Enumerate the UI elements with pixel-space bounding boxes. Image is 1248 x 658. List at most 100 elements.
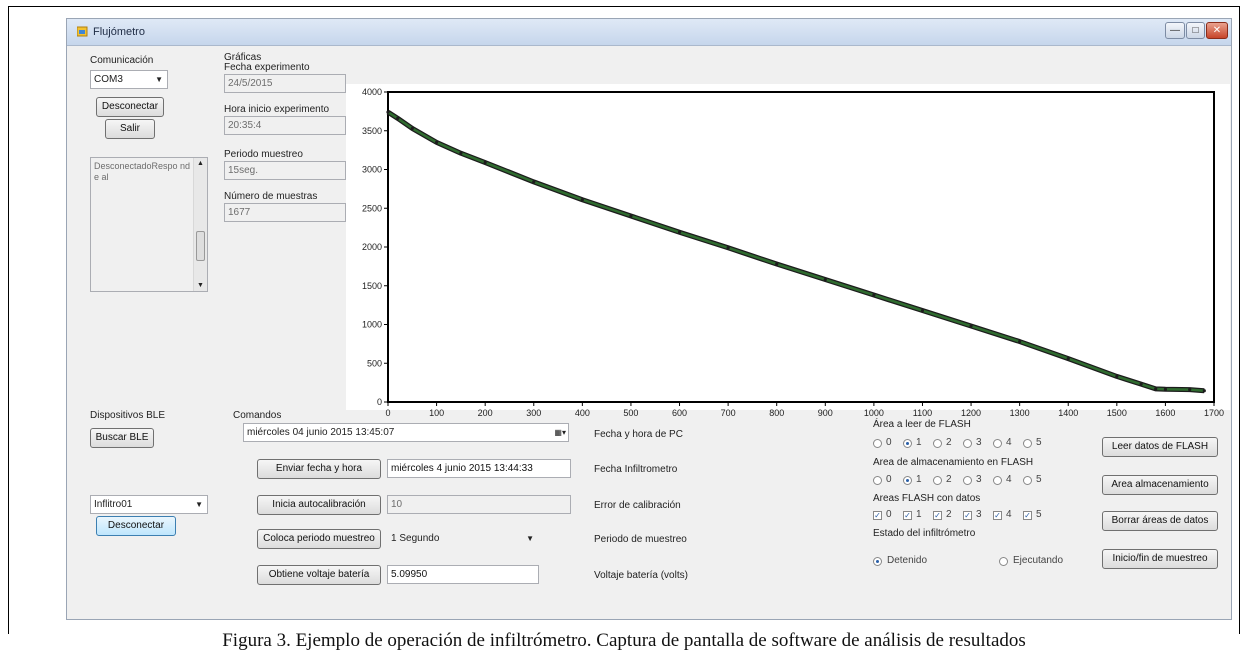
flash-read-4-radio[interactable] xyxy=(993,439,1002,448)
flash-storage-label: Area de almacenamiento en FLASH xyxy=(873,457,1034,468)
data-point xyxy=(823,277,827,282)
data-point xyxy=(1018,339,1022,344)
flash-storage-1-radio[interactable] xyxy=(903,476,912,485)
period-select[interactable]: 1 Segundo ▼ xyxy=(387,529,539,548)
data-point xyxy=(396,116,400,120)
x-tick-label: 1300 xyxy=(1010,408,1030,418)
estado-label: Estado del infiltrómetro xyxy=(873,528,976,539)
data-point xyxy=(580,198,584,202)
flash-storage-0-radio[interactable] xyxy=(873,476,882,485)
flash-data-3-chk[interactable]: ✓ xyxy=(963,511,972,520)
data-point xyxy=(920,308,925,313)
send-datetime-button[interactable]: Enviar fecha y hora xyxy=(257,459,381,479)
infil-datetime-field[interactable]: miércoles 4 junio 2015 13:44:33 xyxy=(387,459,571,478)
flash-read-2-radio[interactable] xyxy=(933,439,942,448)
flash-read-0-label: 0 xyxy=(886,437,892,448)
flash-read-0-radio[interactable] xyxy=(873,439,882,448)
start-stop-button[interactable]: Inicio/fin de muestreo xyxy=(1102,549,1218,569)
flash-storage-5-radio[interactable] xyxy=(1023,476,1032,485)
set-period-button[interactable]: Coloca periodo muestreo xyxy=(257,529,381,549)
x-tick-label: 300 xyxy=(526,408,541,418)
pc-datetime-label: Fecha y hora de PC xyxy=(594,429,683,440)
flash-read-5-radio[interactable] xyxy=(1023,439,1032,448)
calib-error-field[interactable]: 10 xyxy=(387,495,571,514)
flash-data-4-chk[interactable]: ✓ xyxy=(993,511,1002,520)
flash-storage-2-radio[interactable] xyxy=(933,476,942,485)
x-tick-label: 100 xyxy=(429,408,444,418)
chart-background xyxy=(346,84,1230,410)
x-tick-label: 600 xyxy=(672,408,687,418)
data-point xyxy=(459,151,463,155)
chevron-down-icon: ▼ xyxy=(195,500,203,509)
x-tick-label: 0 xyxy=(385,408,390,418)
figure-caption: Figura 3. Ejemplo de operación de infilt… xyxy=(222,630,1026,651)
data-point xyxy=(483,160,487,165)
period-label: Periodo de muestreo xyxy=(594,534,687,545)
chevron-down-icon: ▼ xyxy=(526,534,534,543)
y-tick-label: 1000 xyxy=(362,320,382,330)
x-tick-label: 1100 xyxy=(913,408,932,418)
read-flash-button[interactable]: Leer datos de FLASH xyxy=(1102,437,1218,457)
y-tick-label: 4000 xyxy=(362,87,382,97)
device-select[interactable]: Inflitro01 ▼ xyxy=(90,495,208,514)
ble-disconnect-button[interactable]: Desconectar xyxy=(96,516,176,536)
flash-data-3-label: 3 xyxy=(976,509,982,520)
data-point xyxy=(1115,374,1119,379)
x-tick-label: 400 xyxy=(575,408,590,418)
data-point xyxy=(1139,382,1143,386)
flash-data-label: Areas FLASH con datos xyxy=(873,493,981,504)
battery-button[interactable]: Obtiene voltaje batería xyxy=(257,565,381,585)
data-point xyxy=(969,324,973,328)
x-tick-label: 700 xyxy=(721,408,736,418)
x-tick-label: 1000 xyxy=(864,408,884,418)
data-point xyxy=(1202,389,1206,393)
estado-ejecutando-radio[interactable] xyxy=(999,557,1008,566)
data-point xyxy=(1188,388,1192,392)
flash-read-1-radio[interactable] xyxy=(903,439,912,448)
buscar-ble-button[interactable]: Buscar BLE xyxy=(90,428,154,448)
flash-data-1-chk[interactable]: ✓ xyxy=(903,511,912,520)
flash-storage-3-label: 3 xyxy=(976,474,982,485)
infil-datetime-label: Fecha Infiltrometro xyxy=(594,464,678,475)
data-point xyxy=(726,246,730,250)
erase-areas-button[interactable]: Borrar áreas de datos xyxy=(1102,511,1218,531)
y-tick-label: 1500 xyxy=(362,281,382,291)
x-tick-label: 1400 xyxy=(1058,408,1078,418)
data-point xyxy=(872,293,876,297)
data-point xyxy=(629,214,633,218)
y-tick-label: 0 xyxy=(377,397,382,407)
flash-storage-5-label: 5 xyxy=(1036,474,1042,485)
x-tick-label: 500 xyxy=(623,408,638,418)
estado-ejecutando-label: Ejecutando xyxy=(1013,555,1064,566)
data-point xyxy=(532,180,536,184)
flash-read-3-radio[interactable] xyxy=(963,439,972,448)
flash-storage-2-label: 2 xyxy=(946,474,952,485)
flash-data-0-label: 0 xyxy=(886,509,892,520)
period-value: 1 Segundo xyxy=(391,533,440,544)
device-value: Inflitro01 xyxy=(94,499,133,510)
flash-read-2-label: 2 xyxy=(946,437,952,448)
flash-read-5-label: 5 xyxy=(1036,437,1042,448)
data-point xyxy=(1066,357,1070,361)
flash-read-1-label: 1 xyxy=(916,437,922,448)
flash-read-4-label: 4 xyxy=(1006,437,1012,448)
y-tick-label: 2000 xyxy=(362,242,382,252)
storage-area-button[interactable]: Area almacenamiento xyxy=(1102,475,1218,495)
flash-storage-4-label: 4 xyxy=(1006,474,1012,485)
flash-data-5-chk[interactable]: ✓ xyxy=(1023,511,1032,520)
autocalib-button[interactable]: Inicia autocalibración xyxy=(257,495,381,515)
flash-read-3-label: 3 xyxy=(976,437,982,448)
data-point xyxy=(434,140,439,144)
battery-field[interactable]: 5.09950 xyxy=(387,565,539,584)
battery-label: Voltaje batería (volts) xyxy=(594,570,688,581)
y-tick-label: 3500 xyxy=(362,126,382,136)
flash-storage-3-radio[interactable] xyxy=(963,476,972,485)
data-point xyxy=(1163,387,1168,391)
flash-data-2-chk[interactable]: ✓ xyxy=(933,511,942,520)
x-tick-label: 1700 xyxy=(1204,408,1224,418)
y-tick-label: 500 xyxy=(367,358,382,368)
flash-storage-4-radio[interactable] xyxy=(993,476,1002,485)
flash-data-0-chk[interactable]: ✓ xyxy=(873,511,882,520)
y-tick-label: 2500 xyxy=(362,203,382,213)
estado-detenido-radio[interactable] xyxy=(873,557,882,566)
